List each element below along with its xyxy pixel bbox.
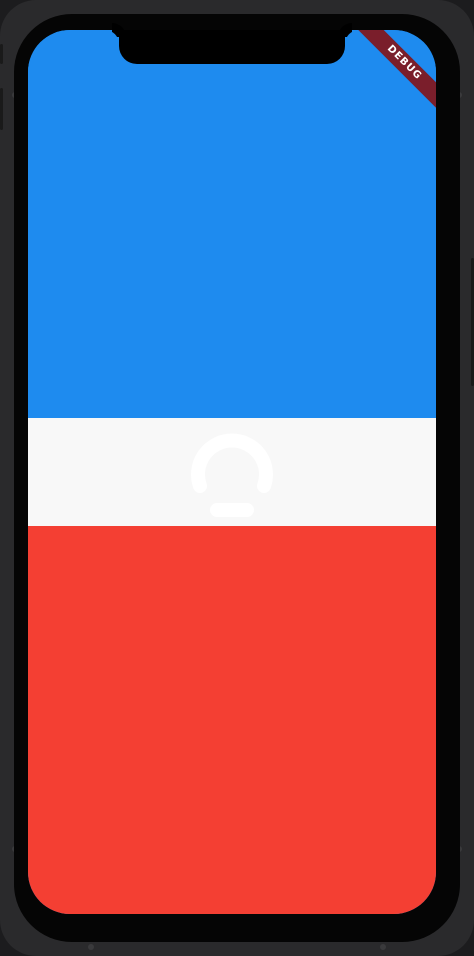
side-button xyxy=(0,44,3,64)
app-screen: DEBUG xyxy=(28,30,436,914)
device-notch xyxy=(119,30,345,64)
side-button xyxy=(0,88,3,130)
bottom-red-panel xyxy=(28,526,436,914)
top-blue-panel xyxy=(28,30,436,418)
spinner-icon xyxy=(191,433,273,517)
device-dot xyxy=(380,944,386,950)
device-dot xyxy=(88,944,94,950)
device-frame: DEBUG xyxy=(0,0,474,956)
